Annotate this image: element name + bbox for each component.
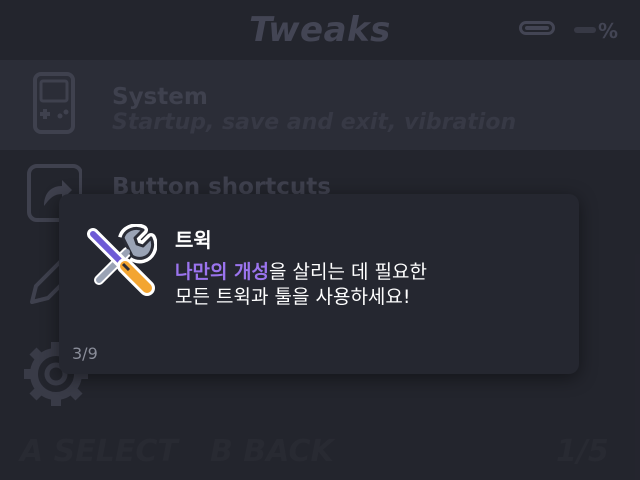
tweaks-screen: Tweaks % System Startup, save and exit, … bbox=[0, 0, 640, 480]
dialog-body-line1: 을 살리는 데 필요한 bbox=[269, 261, 427, 283]
dialog-body: 나만의 개성을 살리는 데 필요한 모든 트윅과 툴을 사용하세요! bbox=[175, 260, 565, 310]
tip-dialog[interactable]: 트윅 나만의 개성을 살리는 데 필요한 모든 트윅과 툴을 사용하세요! 3/… bbox=[59, 194, 579, 374]
dialog-highlight-text: 나만의 개성 bbox=[175, 261, 270, 283]
dialog-body-line2: 모든 트윅과 툴을 사용하세요! bbox=[175, 286, 411, 308]
wrench-screwdriver-icon bbox=[87, 224, 157, 296]
dialog-page-indicator: 3/9 bbox=[72, 344, 98, 363]
dialog-title: 트윅 bbox=[175, 228, 212, 252]
